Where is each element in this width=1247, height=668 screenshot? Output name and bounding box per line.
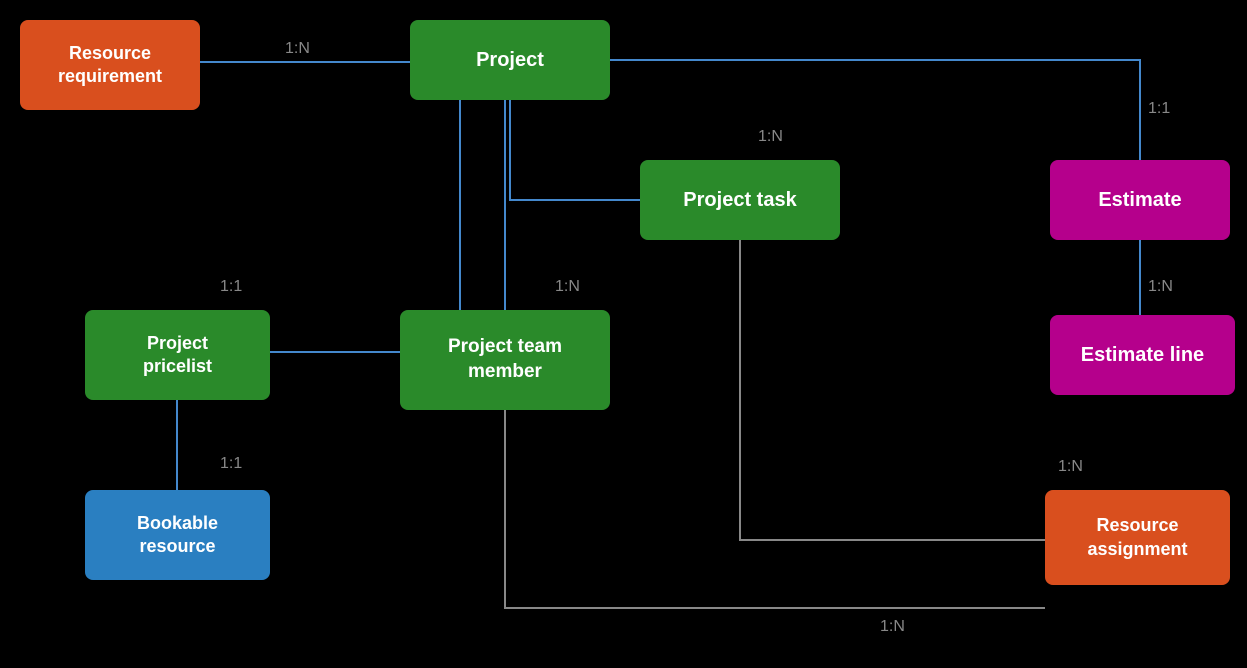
label-team-assignment: 1:N (880, 618, 905, 636)
label-project-pricelist: 1:1 (220, 278, 242, 296)
label-team-bookable: 1:1 (220, 455, 242, 473)
bookable-resource-node: Bookableresource (85, 490, 270, 580)
label-task-assignment: 1:N (1058, 458, 1083, 476)
label-project-task: 1:N (758, 128, 783, 146)
label-estimate-line: 1:N (1148, 278, 1173, 296)
estimate-node: Estimate (1050, 160, 1230, 240)
resource-assignment-node: Resourceassignment (1045, 490, 1230, 585)
project-team-member-node: Project teammember (400, 310, 610, 410)
label-project-estimate: 1:1 (1148, 100, 1170, 118)
estimate-line-node: Estimate line (1050, 315, 1235, 395)
project-pricelist-node: Projectpricelist (85, 310, 270, 400)
project-task-node: Project task (640, 160, 840, 240)
label-rr-project: 1:N (285, 40, 310, 58)
project-node: Project (410, 20, 610, 100)
resource-requirement-node: Resource requirement (20, 20, 200, 110)
label-project-team: 1:N (555, 278, 580, 296)
